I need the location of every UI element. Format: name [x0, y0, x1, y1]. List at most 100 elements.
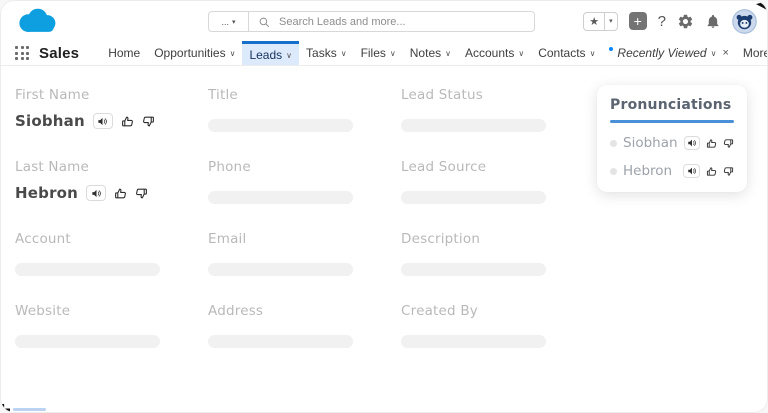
global-header: ... ▾ ★ ▾ + ?: [1, 1, 767, 41]
app-window: ... ▾ ★ ▾ + ?: [0, 0, 768, 413]
field-last-name: Last Name Hebron: [15, 159, 208, 231]
field-label: Lead Source: [401, 159, 601, 175]
entry-name: Hebron: [623, 163, 677, 179]
field-value-placeholder[interactable]: [208, 191, 353, 204]
field-phone: Phone: [208, 159, 401, 231]
nav-tab-opportunities[interactable]: Opportunities ∨: [147, 41, 242, 65]
chevron-down-icon: ∨: [518, 48, 524, 58]
header-utilities: ★ ▾ + ?: [583, 1, 757, 41]
salesforce-logo-icon: [13, 6, 61, 37]
global-actions-button[interactable]: +: [629, 12, 647, 30]
close-icon[interactable]: ×: [720, 47, 728, 59]
lead-record-form: First Name Siobhan Title Lead Status: [15, 87, 601, 375]
bottom-blue-line-artifact: [13, 408, 46, 411]
caret-down-icon: ▾: [605, 17, 617, 25]
field-value-placeholder[interactable]: [401, 335, 546, 348]
play-pronunciation-button[interactable]: [683, 164, 700, 178]
app-launcher-icon[interactable]: [15, 46, 29, 60]
thumbs-down-icon: [723, 166, 734, 177]
search-icon: [258, 16, 270, 28]
chevron-down-icon: ∨: [230, 48, 236, 58]
gear-icon: [677, 13, 694, 30]
field-value: Siobhan: [15, 112, 85, 130]
field-value-placeholder[interactable]: [208, 263, 353, 276]
nav-tab-recently-viewed[interactable]: Recently Viewed ∨ ×: [602, 41, 735, 65]
notifications-button[interactable]: [705, 13, 721, 30]
user-avatar[interactable]: [732, 9, 757, 34]
chevron-down-icon: ∨: [711, 48, 717, 58]
nav-tab-home[interactable]: Home: [101, 41, 147, 65]
field-title: Title: [208, 87, 401, 159]
nav-tab-files[interactable]: Files ∨: [354, 41, 403, 65]
thumbs-down-button[interactable]: [135, 187, 148, 200]
bottom-left-artifact: [1, 404, 10, 413]
search-scope-dropdown[interactable]: ... ▾: [209, 12, 249, 31]
caret-down-icon: ▾: [232, 18, 236, 26]
thumbs-up-icon: [114, 187, 127, 200]
bullet-dot-icon: [610, 168, 617, 175]
nav-tab-tasks[interactable]: Tasks ∨: [299, 41, 354, 65]
nav-tab-notes[interactable]: Notes ∨: [403, 41, 458, 65]
speaker-icon: [91, 188, 102, 199]
field-label: Email: [208, 231, 401, 247]
search-input[interactable]: [277, 15, 534, 29]
thumbs-up-button[interactable]: [114, 187, 127, 200]
field-value-placeholder[interactable]: [401, 191, 546, 204]
field-label: Last Name: [15, 159, 208, 175]
pronunciation-entry: Siobhan: [610, 135, 734, 151]
field-label: Title: [208, 87, 401, 103]
field-value-placeholder[interactable]: [401, 263, 546, 276]
speaker-icon: [687, 166, 697, 176]
bullet-dot-icon: [610, 140, 617, 147]
avatar-icon: [732, 9, 757, 34]
thumbs-up-icon: [121, 115, 134, 128]
field-website: Website: [15, 303, 208, 375]
nav-tab-accounts[interactable]: Accounts ∨: [458, 41, 531, 65]
thumbs-down-button[interactable]: [723, 166, 734, 177]
thumbs-down-button[interactable]: [723, 138, 734, 149]
field-label: Description: [401, 231, 601, 247]
field-label: Account: [15, 231, 208, 247]
speaker-icon: [687, 138, 697, 148]
play-pronunciation-button[interactable]: [86, 185, 106, 201]
field-label: Address: [208, 303, 401, 319]
chevron-down-icon: ∨: [590, 48, 596, 58]
field-value-placeholder[interactable]: [208, 335, 353, 348]
thumbs-up-button[interactable]: [121, 115, 134, 128]
field-label: Phone: [208, 159, 401, 175]
nav-tab-contacts[interactable]: Contacts ∨: [531, 41, 602, 65]
entry-name: Siobhan: [623, 135, 678, 151]
thumbs-down-icon: [135, 187, 148, 200]
field-address: Address: [208, 303, 401, 375]
play-pronunciation-button[interactable]: [93, 113, 113, 129]
panel-title-underline: [610, 120, 734, 123]
help-button[interactable]: ?: [658, 13, 666, 30]
field-label: First Name: [15, 87, 208, 103]
thumbs-up-button[interactable]: [706, 166, 717, 177]
chevron-down-icon: ∨: [286, 50, 292, 60]
field-value-placeholder[interactable]: [401, 119, 546, 132]
play-pronunciation-button[interactable]: [684, 136, 700, 150]
bell-icon: [705, 13, 721, 30]
field-value-placeholder[interactable]: [15, 263, 160, 276]
chevron-down-icon: ∨: [445, 48, 451, 58]
app-name: Sales: [39, 45, 79, 62]
app-navigation: Sales Home Opportunities ∨ Leads ∨ Tasks…: [1, 41, 767, 66]
star-icon: ★: [584, 13, 604, 30]
thumbs-up-button[interactable]: [706, 138, 717, 149]
nav-tab-more[interactable]: More ▾: [736, 41, 768, 65]
field-created-by: Created By: [401, 303, 601, 375]
thumbs-up-icon: [706, 138, 717, 149]
field-lead-source: Lead Source: [401, 159, 601, 231]
search-scope-label: ...: [221, 17, 229, 27]
thumbs-down-icon: [723, 138, 734, 149]
thumbs-up-icon: [706, 166, 717, 177]
favorites-button[interactable]: ★ ▾: [583, 12, 617, 31]
pronunciations-panel: Pronunciations Siobhan Hebron: [597, 85, 747, 192]
field-value-placeholder[interactable]: [208, 119, 353, 132]
nav-tab-leads[interactable]: Leads ∨: [242, 41, 299, 65]
global-search: ... ▾: [208, 11, 535, 32]
setup-gear-button[interactable]: [677, 13, 694, 30]
thumbs-down-button[interactable]: [142, 115, 155, 128]
field-value-placeholder[interactable]: [15, 335, 160, 348]
